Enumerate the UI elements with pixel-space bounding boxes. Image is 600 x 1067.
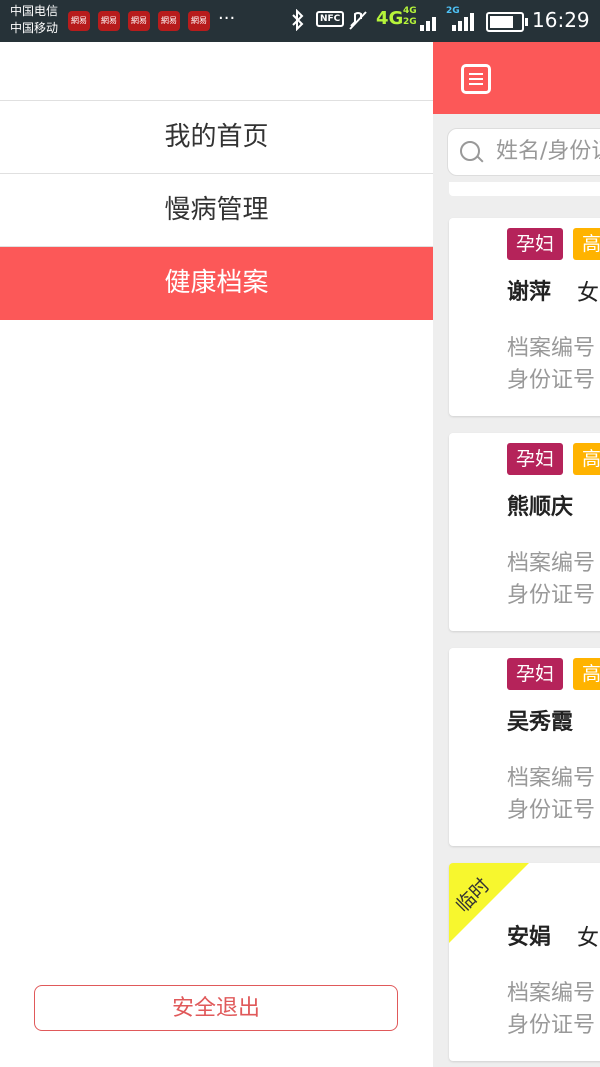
record-card[interactable]: 孕妇 高 熊顺庆 档案编号 身份证号 <box>449 433 600 631</box>
record-id-label: 身份证号 <box>507 368 596 393</box>
record-number-label: 档案编号 <box>507 766 596 791</box>
clock: 16:29 <box>532 8 590 32</box>
record-id-label: 身份证号 <box>507 583 596 608</box>
record-gender: 女 <box>577 926 600 951</box>
netease-notification-icon: 網易 <box>158 11 180 31</box>
mute-icon <box>347 9 369 36</box>
record-id-label: 身份证号 <box>507 798 596 823</box>
search-placeholder: 姓名/身份证 <box>496 139 600 164</box>
bluetooth-icon <box>290 8 306 36</box>
network-2g-small-label: 2G <box>403 17 417 27</box>
carrier-1: 中国电信 <box>10 4 59 18</box>
menu-icon[interactable] <box>461 64 491 94</box>
record-number-label: 档案编号 <box>507 981 596 1006</box>
record-gender: 女 <box>577 281 600 306</box>
tag-high-risk: 高 <box>573 443 600 475</box>
menu-item-chronic-disease[interactable]: 慢病管理 <box>0 174 433 247</box>
main-content: 姓名/身份证 孕妇 高 谢萍 女 档案编号 身份证号 孕妇 高 熊顺庆 档案编号… <box>433 42 600 1067</box>
netease-notification-icon: 網易 <box>188 11 210 31</box>
search-input[interactable]: 姓名/身份证 <box>447 128 600 176</box>
record-id-label: 身份证号 <box>507 1013 596 1038</box>
navigation-drawer: 我的首页 慢病管理 健康档案 安全退出 <box>0 42 433 1067</box>
network-4g-small-label: 4G <box>403 6 417 16</box>
record-card[interactable]: 孕妇 高 谢萍 女 档案编号 身份证号 <box>449 218 600 416</box>
battery-icon <box>486 12 528 32</box>
search-icon <box>460 141 480 161</box>
tag-high-risk: 高 <box>573 228 600 260</box>
nfc-icon: NFC <box>316 11 345 27</box>
netease-notification-icon: 網易 <box>98 11 120 31</box>
tag-pregnant: 孕妇 <box>507 658 564 690</box>
record-name: 安娟 <box>507 925 552 950</box>
menu-item-home[interactable]: 我的首页 <box>0 101 433 174</box>
status-bar: 中国电信 中国移动 網易 網易 網易 網易 網易 ··· NFC 4G 4G 2… <box>0 0 600 42</box>
network-4g2g-icon: 4G 2G <box>403 6 417 28</box>
carrier-2: 中国移动 <box>10 21 59 35</box>
more-notifications-icon: ··· <box>218 8 236 29</box>
record-number-label: 档案编号 <box>507 551 596 576</box>
record-name: 吴秀霞 <box>507 710 574 735</box>
record-name: 谢萍 <box>507 280 552 305</box>
app-bar <box>433 42 600 114</box>
netease-notification-icon: 網易 <box>128 11 150 31</box>
network-4g-icon: 4G <box>376 8 404 29</box>
record-card[interactable]: 孕妇 高 吴秀霞 档案编号 身份证号 <box>449 648 600 846</box>
battery-fill <box>490 16 513 28</box>
logout-button[interactable]: 安全退出 <box>34 985 398 1031</box>
netease-notification-icon: 網易 <box>68 11 90 31</box>
signal-bars-1-icon <box>420 12 438 31</box>
carrier-info: 中国电信 中国移动 <box>10 3 58 37</box>
card-partial <box>449 182 600 196</box>
signal-bars-2-icon <box>452 12 476 31</box>
record-number-label: 档案编号 <box>507 336 596 361</box>
drawer-header <box>0 42 433 101</box>
record-name: 熊顺庆 <box>507 495 574 520</box>
tag-pregnant: 孕妇 <box>507 443 564 475</box>
tag-high-risk: 高 <box>573 658 600 690</box>
record-card[interactable]: 临时 安娟 女 档案编号 身份证号 <box>449 863 600 1061</box>
tag-pregnant: 孕妇 <box>507 228 564 260</box>
menu-item-health-records[interactable]: 健康档案 <box>0 247 433 320</box>
